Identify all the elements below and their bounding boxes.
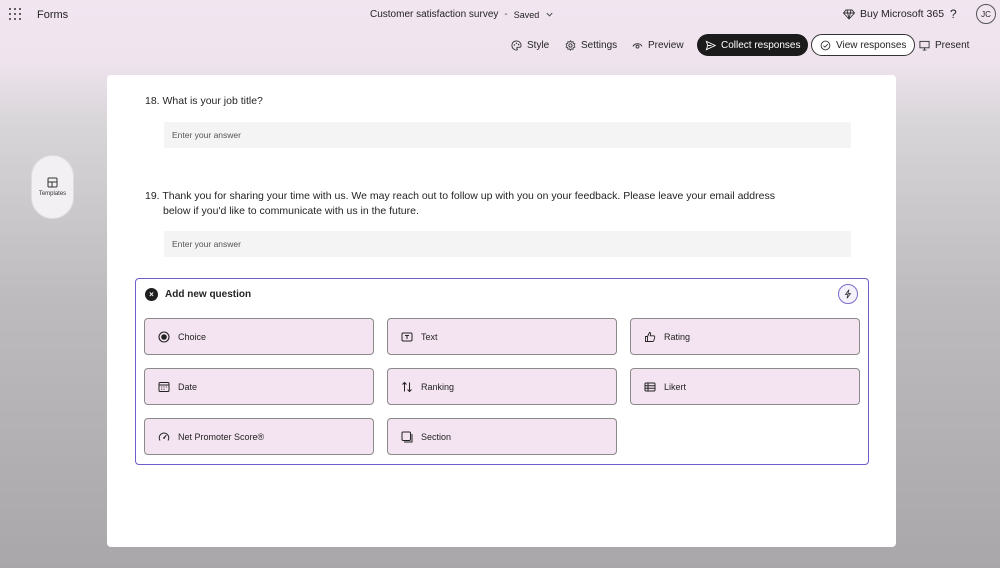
templates-button[interactable]: Templates [31, 155, 74, 219]
style-button[interactable]: Style [511, 34, 549, 56]
form-canvas: 18. What is your job title? Enter your a… [107, 75, 896, 547]
preview-button[interactable]: Preview [632, 34, 684, 56]
app-launcher-icon[interactable] [9, 8, 21, 20]
gear-icon [565, 39, 576, 51]
toolbar: Style Settings Preview Collect responses… [0, 34, 1000, 56]
add-new-question-title: Add new question [165, 289, 252, 300]
form-title: Customer satisfaction survey [370, 9, 499, 20]
send-icon [705, 40, 716, 50]
settings-label: Settings [581, 39, 618, 51]
lightning-icon[interactable] [838, 284, 858, 304]
add-new-question-panel: × Add new question Choice Text Rating Da… [135, 278, 869, 465]
question-19-text-line2: below if you'd like to communicate with … [163, 205, 419, 217]
collect-responses-button[interactable]: Collect responses [697, 34, 809, 56]
templates-label: Templates [38, 191, 67, 197]
add-new-question-header: × Add new question [145, 288, 251, 301]
thumb-icon [645, 331, 656, 342]
text-icon [401, 332, 413, 341]
option-label: Ranking [421, 381, 455, 392]
question-19-title: 19. Thank you for sharing your time with… [145, 189, 775, 219]
buy-label: Buy Microsoft 365 [860, 8, 945, 20]
close-icon[interactable]: × [145, 288, 158, 301]
palette-icon [511, 39, 522, 51]
option-text[interactable]: Text [387, 318, 617, 355]
app-name[interactable]: Forms [37, 9, 68, 21]
calendar-icon [158, 381, 170, 392]
eye-icon [632, 42, 643, 49]
templates-icon [47, 177, 58, 188]
option-label: Date [178, 381, 198, 392]
option-label: Rating [664, 331, 691, 342]
section-icon [401, 431, 413, 442]
option-ranking[interactable]: Ranking [387, 368, 617, 405]
save-status: Saved [513, 9, 540, 20]
avatar[interactable]: JC [976, 4, 996, 24]
style-label: Style [527, 39, 550, 51]
ranking-icon [402, 381, 412, 392]
option-section[interactable]: Section [387, 418, 617, 455]
help-button[interactable]: ? [950, 7, 957, 21]
collect-responses-label: Collect responses [721, 39, 801, 51]
buy-microsoft-365-button[interactable]: Buy Microsoft 365 [843, 8, 944, 20]
table-icon [644, 382, 656, 391]
question-19-text-line1: 19. Thank you for sharing your time with… [145, 190, 775, 202]
gauge-icon [158, 432, 170, 441]
form-title-area[interactable]: Customer satisfaction survey - Saved [370, 9, 554, 20]
option-label: Section [421, 431, 452, 442]
option-date[interactable]: Date [144, 368, 374, 405]
diamond-icon [843, 9, 855, 20]
option-label: Likert [664, 381, 687, 392]
option-choice[interactable]: Choice [144, 318, 374, 355]
preview-label: Preview [648, 39, 684, 51]
present-label: Present [935, 39, 970, 51]
chevron-down-icon[interactable] [545, 10, 554, 19]
title-separator: - [504, 9, 508, 20]
option-label: Text [421, 331, 438, 342]
option-net-promoter-score[interactable]: Net Promoter Score® [144, 418, 374, 455]
question-18-title: 18. What is your job title? [145, 95, 263, 107]
option-likert[interactable]: Likert [630, 368, 860, 405]
monitor-icon [919, 40, 930, 51]
option-rating[interactable]: Rating [630, 318, 860, 355]
option-label: Net Promoter Score® [178, 431, 265, 442]
option-label: Choice [178, 331, 207, 342]
question-18-answer-input[interactable]: Enter your answer [164, 122, 851, 148]
radio-icon [158, 330, 170, 343]
view-responses-label: View responses [836, 39, 907, 51]
check-circle-icon [820, 40, 831, 50]
present-button[interactable]: Present [919, 34, 969, 56]
question-19-answer-input[interactable]: Enter your answer [164, 231, 851, 257]
settings-button[interactable]: Settings [565, 34, 617, 56]
top-bar: Forms Customer satisfaction survey - Sav… [0, 0, 1000, 30]
view-responses-button[interactable]: View responses [811, 34, 916, 56]
